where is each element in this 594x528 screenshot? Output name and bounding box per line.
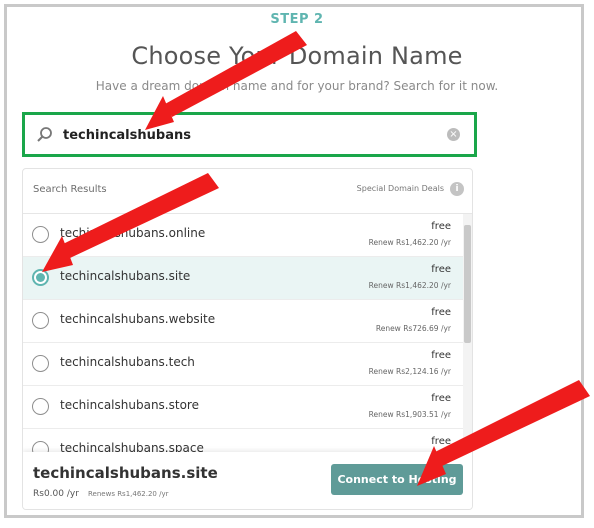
radio-button[interactable]	[32, 398, 49, 415]
page-subtitle: Have a dream domain name and for your br…	[95, 79, 499, 93]
special-deals-label[interactable]: Special Domain Deals	[357, 184, 444, 193]
scrollbar-thumb[interactable]	[464, 225, 471, 343]
results-header: Search Results Special Domain Deals i	[23, 169, 472, 214]
search-results-panel: Search Results Special Domain Deals i te…	[22, 168, 473, 510]
renew-price: Renew Rs1,462.20 /yr	[368, 281, 451, 290]
domain-price: free	[431, 221, 451, 232]
domain-name: techincalshubans.site	[60, 269, 191, 283]
renew-price: Renew Rs2,124.16 /yr	[368, 367, 451, 376]
domain-name: techincalshubans.tech	[60, 355, 195, 369]
domain-price: free	[431, 264, 451, 275]
domain-name: techincalshubans.online	[60, 226, 206, 240]
renew-price: Renew Rs1,903.51 /yr	[368, 410, 451, 419]
domain-price: free	[431, 393, 451, 404]
renew-price: Renew Rs726.69 /yr	[375, 324, 451, 333]
result-row[interactable]: techincalshubans.space free	[23, 429, 463, 452]
renew-price: Renew Rs1,462.20 /yr	[368, 238, 451, 247]
scroll-down-arrow-icon[interactable]: ▼	[463, 439, 472, 447]
radio-button[interactable]	[32, 355, 49, 372]
domain-search-box: ×	[22, 112, 477, 157]
connect-to-hosting-button[interactable]: Connect to Hosting	[331, 464, 463, 495]
result-row-selected[interactable]: techincalshubans.site free Renew Rs1,462…	[23, 257, 463, 300]
radio-button[interactable]	[32, 226, 49, 243]
result-row[interactable]: techincalshubans.tech free Renew Rs2,124…	[23, 343, 463, 386]
info-icon[interactable]: i	[450, 182, 464, 196]
domain-search-input[interactable]	[63, 123, 433, 147]
domain-name: techincalshubans.space	[60, 441, 204, 452]
domain-name: techincalshubans.store	[60, 398, 199, 412]
page-title: Choose Your Domain Name	[131, 42, 463, 70]
domain-price: free	[431, 436, 451, 447]
selected-renew-price: Renews Rs1,462.20 /yr	[88, 490, 169, 498]
result-row[interactable]: techincalshubans.store free Renew Rs1,90…	[23, 386, 463, 429]
radio-button-selected[interactable]	[32, 269, 49, 286]
domain-name: techincalshubans.website	[60, 312, 216, 326]
domain-price: free	[431, 350, 451, 361]
step-label: STEP 2	[270, 12, 324, 27]
search-icon	[37, 127, 52, 142]
selected-price: Rs0.00 /yr	[33, 489, 79, 499]
clear-icon[interactable]: ×	[447, 128, 460, 141]
results-title: Search Results	[33, 184, 107, 195]
radio-button[interactable]	[32, 441, 49, 452]
result-row[interactable]: techincalshubans.online free Renew Rs1,4…	[23, 214, 463, 257]
selected-domain: techincalshubans.site	[33, 464, 218, 482]
domain-price: free	[431, 307, 451, 318]
radio-button[interactable]	[32, 312, 49, 329]
result-row[interactable]: techincalshubans.website free Renew Rs72…	[23, 300, 463, 343]
selection-footer: techincalshubans.site Rs0.00 /yr Renews …	[23, 452, 472, 509]
results-list: techincalshubans.online free Renew Rs1,4…	[23, 214, 463, 452]
